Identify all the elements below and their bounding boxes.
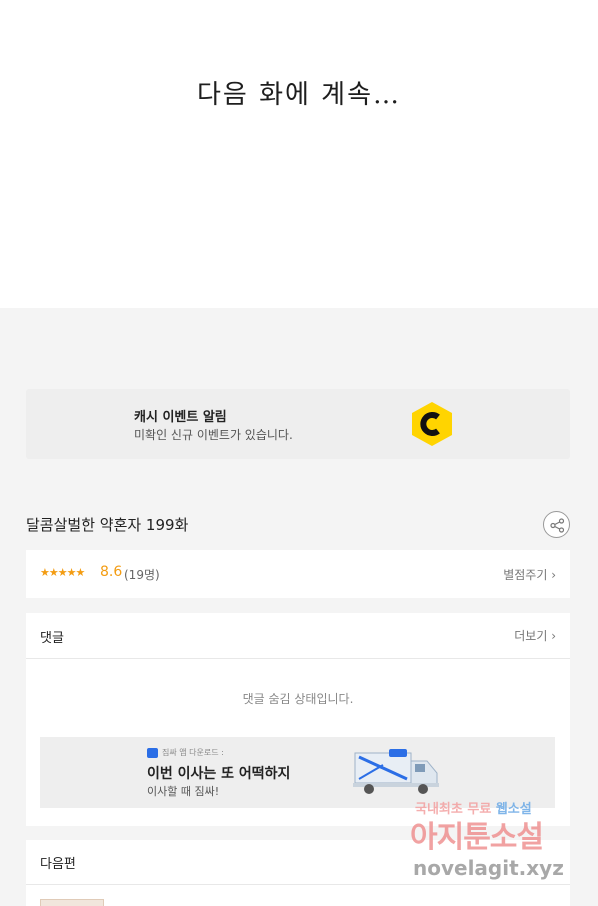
share-icon xyxy=(550,518,565,533)
banner-subtitle: 미확인 신규 이벤트가 있습니다. xyxy=(134,428,293,442)
ad-title: 이번 이사는 또 어떡하지 xyxy=(147,766,291,782)
ad-app-text: 짐싸 앱 다운로드 : xyxy=(162,748,224,757)
comments-hidden-message: 댓글 숨김 상태입니다. xyxy=(242,692,354,706)
cash-c-icon xyxy=(412,402,452,446)
comments-more-button[interactable]: 더보기 › xyxy=(514,627,556,644)
truck-icon xyxy=(353,749,439,794)
to-be-continued-text: 다음 화에 계속… xyxy=(196,80,402,110)
rate-button[interactable]: 별점주기 › xyxy=(503,566,556,583)
rating-count: (19명) xyxy=(124,568,160,582)
rating-stars: ★★★★★ xyxy=(40,566,85,579)
rating-score: 8.6 xyxy=(100,564,123,580)
comic-end-panel: 다음 화에 계속… xyxy=(0,0,598,308)
next-episode-thumbnail[interactable] xyxy=(40,899,104,906)
site-watermark: 국내최초 무료 웹소설 아지툰소설 novelagit.xyz xyxy=(410,798,585,888)
app-icon xyxy=(147,748,158,758)
comments-card: 댓글 더보기 › 댓글 숨김 상태입니다. 짐싸 앱 다운로드 : 이번 이사는… xyxy=(26,613,570,826)
banner-title: 캐시 이벤트 알림 xyxy=(134,410,227,425)
rating-card: ★★★★★ 8.6 (19명) 별점주기 › xyxy=(26,550,570,598)
divider xyxy=(26,658,570,659)
watermark-url: novelagit.xyz xyxy=(413,856,564,880)
next-episode-heading: 다음편 xyxy=(40,857,76,872)
watermark-logo-text: 아지툰소설 xyxy=(410,820,544,855)
episode-title: 달콤살벌한 약혼자 199화 xyxy=(26,516,189,534)
share-button[interactable] xyxy=(543,511,570,538)
comments-heading: 댓글 xyxy=(40,631,64,646)
ad-subtitle: 이사할 때 짐싸! xyxy=(147,785,220,798)
cash-event-banner[interactable]: 캐시 이벤트 알림 미확인 신규 이벤트가 있습니다. xyxy=(26,389,570,459)
